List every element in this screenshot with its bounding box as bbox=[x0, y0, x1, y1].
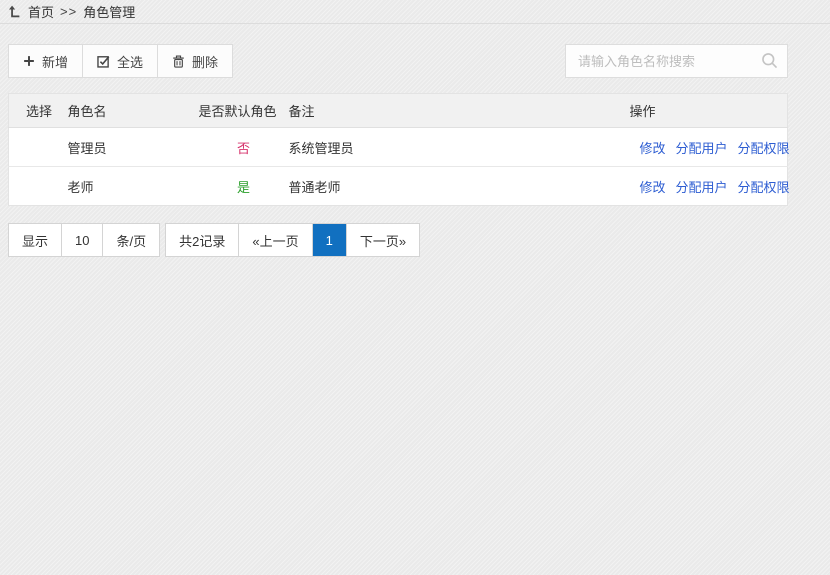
add-button[interactable]: 新增 bbox=[8, 44, 83, 78]
row-select-checkbox[interactable] bbox=[9, 128, 68, 167]
total-records: 共2记录 bbox=[166, 224, 239, 256]
row-select-checkbox[interactable] bbox=[9, 167, 68, 206]
delete-button-label: 删除 bbox=[192, 52, 218, 71]
remark-cell: 普通老师 bbox=[289, 167, 630, 206]
column-header-is-default: 是否默认角色 bbox=[199, 94, 289, 128]
role-name-cell: 老师 bbox=[68, 167, 199, 206]
modify-link[interactable]: 修改 bbox=[640, 141, 666, 156]
trash-icon bbox=[172, 55, 185, 68]
assign-permission-link[interactable]: 分配权限 bbox=[738, 141, 790, 156]
actions-cell: 修改分配用户分配权限 bbox=[630, 167, 788, 206]
assign-user-link[interactable]: 分配用户 bbox=[676, 180, 728, 195]
table-header-row: 选择 角色名 是否默认角色 备注 操作 bbox=[9, 94, 788, 128]
roles-table: 选择 角色名 是否默认角色 备注 操作 管理员否系统管理员修改分配用户分配权限老… bbox=[8, 93, 788, 206]
display-label: 显示 bbox=[9, 224, 62, 256]
select-all-button-label: 全选 bbox=[117, 52, 143, 71]
column-header-actions: 操作 bbox=[630, 94, 788, 128]
toolbar: 新增 全选 bbox=[8, 44, 788, 78]
checkbox-checked-icon bbox=[97, 55, 110, 68]
plus-icon bbox=[23, 55, 35, 67]
breadcrumb: 首页 >> 角色管理 bbox=[0, 0, 830, 24]
pagination: 显示 10 条/页 共2记录 «上一页 1 下一页» bbox=[8, 223, 788, 257]
breadcrumb-current: 角色管理 bbox=[83, 2, 135, 21]
is-default-cell: 是 bbox=[199, 167, 289, 206]
toolbar-button-group: 新增 全选 bbox=[8, 44, 233, 78]
select-all-button[interactable]: 全选 bbox=[83, 44, 158, 78]
search-box bbox=[565, 44, 788, 78]
main-content: 新增 全选 bbox=[8, 44, 788, 257]
actions-cell: 修改分配用户分配权限 bbox=[630, 128, 788, 167]
page-size-group: 显示 10 条/页 bbox=[8, 223, 160, 257]
table-row: 老师是普通老师修改分配用户分配权限 bbox=[9, 167, 788, 206]
is-default-cell: 否 bbox=[199, 128, 289, 167]
page-nav-group: 共2记录 «上一页 1 下一页» bbox=[165, 223, 420, 257]
prev-page-button[interactable]: «上一页 bbox=[239, 224, 312, 256]
delete-button[interactable]: 删除 bbox=[158, 44, 233, 78]
search-icon[interactable] bbox=[760, 51, 779, 70]
level-up-icon bbox=[8, 5, 21, 18]
table-row: 管理员否系统管理员修改分配用户分配权限 bbox=[9, 128, 788, 167]
assign-permission-link[interactable]: 分配权限 bbox=[738, 180, 790, 195]
page-size-unit: 条/页 bbox=[103, 224, 159, 256]
role-name-cell: 管理员 bbox=[68, 128, 199, 167]
breadcrumb-home[interactable]: 首页 bbox=[28, 2, 54, 21]
modify-link[interactable]: 修改 bbox=[640, 180, 666, 195]
breadcrumb-separator: >> bbox=[60, 4, 77, 19]
add-button-label: 新增 bbox=[42, 52, 68, 71]
column-header-remark: 备注 bbox=[289, 94, 630, 128]
search-input[interactable] bbox=[565, 44, 788, 78]
assign-user-link[interactable]: 分配用户 bbox=[676, 141, 728, 156]
current-page-button[interactable]: 1 bbox=[313, 224, 347, 256]
remark-cell: 系统管理员 bbox=[289, 128, 630, 167]
column-header-role-name: 角色名 bbox=[68, 94, 199, 128]
page-size-value[interactable]: 10 bbox=[62, 224, 103, 256]
page-root: 首页 >> 角色管理 新增 bbox=[0, 0, 830, 257]
column-header-select: 选择 bbox=[9, 94, 68, 128]
next-page-button[interactable]: 下一页» bbox=[347, 224, 419, 256]
